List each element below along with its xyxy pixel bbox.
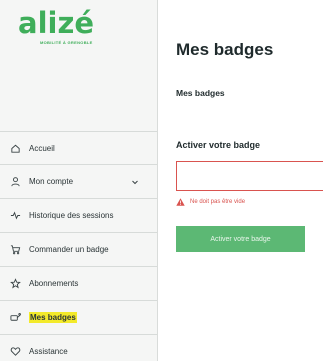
home-icon [9,142,21,154]
sidebar-item-label: Assistance [29,347,68,356]
logo-tagline: MOBILITÉ À GRENOBLE [40,40,93,45]
sidebar-item-label: Mon compte [29,177,74,186]
sidebar-item-mes-badges[interactable]: Mes badges [0,301,157,335]
star-icon [9,278,21,290]
sidebar: alizé MOBILITÉ À GRENOBLE Accueil Mon co… [0,0,158,361]
brand-logo[interactable]: alizé MOBILITÉ À GRENOBLE [18,8,128,54]
section-subtitle: Mes badges [176,88,225,98]
activate-badge-button[interactable]: Activer votre badge [176,226,305,252]
main-content: Mes badges Mes badges Activer votre badg… [158,0,323,361]
sidebar-item-label: Historique des sessions [29,211,114,220]
sidebar-item-mon-compte[interactable]: Mon compte [0,165,157,199]
validation-error: Ne doit pas être vide [176,198,245,206]
error-message: Ne doit pas être vide [190,199,246,205]
sidebar-item-label: Mes badges [29,312,77,323]
sidebar-item-abonnements[interactable]: Abonnements [0,267,157,301]
sidebar-item-label: Accueil [29,143,55,153]
badge-card-icon [9,312,21,324]
sidebar-item-assistance[interactable]: Assistance [0,335,157,361]
logo-wordmark: alizé [18,6,94,40]
user-icon [9,176,21,188]
sidebar-nav: Accueil Mon compte Historique des sessio… [0,131,157,361]
cart-icon [9,244,21,256]
sidebar-item-historique[interactable]: Historique des sessions [0,199,157,233]
sidebar-item-commander-badge[interactable]: Commander un badge [0,233,157,267]
sidebar-item-label: Commander un badge [29,245,109,254]
heart-icon [9,346,21,358]
sidebar-item-accueil[interactable]: Accueil [0,131,157,165]
activity-icon [9,210,21,222]
activate-badge-label: Activer votre badge [176,140,261,150]
sidebar-item-label: Abonnements [29,279,79,288]
page-title: Mes badges [176,40,274,59]
warning-icon [176,198,185,206]
app-window: alizé MOBILITÉ À GRENOBLE Accueil Mon co… [0,0,323,361]
badge-number-input[interactable] [176,161,323,191]
chevron-down-icon[interactable] [131,178,139,186]
